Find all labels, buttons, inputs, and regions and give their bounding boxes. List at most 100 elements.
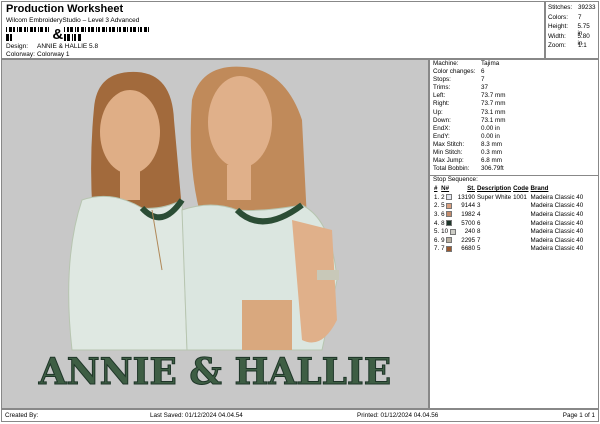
info-row: Min Stitch: 0.3 mm [430, 149, 598, 157]
code [512, 210, 529, 219]
info-label: Right: [433, 100, 450, 108]
info-value: 73.1 mm [481, 108, 506, 116]
design-preview: ANNIE & HALLIE [1, 59, 429, 409]
stat-row: Width: 5.80 in [548, 32, 596, 47]
machine-info-list: Machine: Tajima Color changes: 6 Stops: 7 Trim… [430, 60, 598, 173]
colorway-value: Colorway 1 [37, 51, 70, 58]
barcode-bar [91, 27, 95, 32]
code [512, 202, 529, 211]
info-row: Down: 73.1 mm [430, 117, 598, 125]
barcode-char: & [52, 27, 64, 41]
needle-value: 10 [441, 228, 449, 236]
color-swatch [446, 237, 453, 244]
stitch-count: 9144 [461, 202, 476, 210]
needle-value: 6 [441, 210, 445, 218]
color-swatch [446, 194, 453, 201]
info-label: Trims: [433, 84, 451, 92]
barcode-bar [106, 27, 108, 32]
barcode-bar [144, 27, 148, 32]
barcode-bar [112, 27, 116, 32]
info-value: 306.79ft [481, 165, 504, 173]
barcode-bar [96, 27, 98, 32]
info-value: 73.7 mm [481, 100, 506, 108]
stat-label: Zoom: [548, 42, 566, 50]
stat-value: 5.80 in [577, 32, 590, 47]
column-header: N# [441, 185, 450, 193]
software-name: Wilcom EmbroideryStudio – Level 3 Advanc… [6, 17, 140, 25]
info-label: Up: [433, 108, 443, 116]
description: 5 [477, 245, 481, 253]
barcode-bar [17, 27, 18, 32]
color-swatch [449, 228, 456, 235]
info-row: Trims: 37 [430, 84, 598, 92]
info-label: Down: [433, 116, 451, 124]
info-label: Stops: [433, 76, 451, 84]
stat-row: Stitches: 39233 [548, 4, 596, 14]
color-swatch [446, 245, 453, 252]
column-header: Code [513, 185, 529, 193]
needle-value: 8 [441, 219, 445, 227]
barcode-bar [75, 27, 77, 32]
barcode-bar [64, 34, 67, 41]
color-swatch [446, 211, 453, 218]
barcode-bar [9, 27, 12, 32]
barcode-bar [81, 27, 85, 32]
needle-number: 8 [440, 219, 457, 228]
worksheet-header: Production Worksheet Wilcom EmbroiderySt… [1, 1, 545, 59]
design-label: Design: [6, 43, 29, 50]
code [512, 236, 529, 245]
stat-value: 5.75 in [577, 23, 590, 38]
stitch-count: 5700 [461, 219, 476, 227]
table-row: 1. 2 13190 Super White 1001 Madeira Classic … [433, 193, 584, 202]
barcode-bar [77, 27, 80, 32]
column-header: # [434, 185, 438, 193]
seq-index: 6. [434, 236, 440, 244]
info-label: Min Stitch: [433, 149, 463, 157]
barcode-bar [13, 27, 15, 32]
brand: Madeira Classic 40 [530, 193, 584, 201]
stitch-count: 13190 [457, 193, 476, 201]
barcode-bar [40, 27, 43, 32]
needle-value: 7 [441, 245, 445, 253]
stop-sequence: Stop Sequence: # N# St. Description Code Bran… [430, 175, 598, 253]
stat-row: Zoom: 1:1 [548, 42, 596, 52]
barcode-bar [127, 27, 129, 32]
barcode-bar [119, 27, 122, 32]
brand: Madeira Classic 40 [530, 210, 584, 218]
barcode-bar [133, 27, 137, 32]
needle-number: 9 [440, 236, 457, 245]
description: 3 [477, 202, 481, 210]
machine-info-panel: Machine: Tajima Color changes: 6 Stops: 7 Trim… [429, 59, 599, 409]
barcode-bar [24, 27, 26, 32]
created-by: Created By: [5, 412, 39, 419]
barcode-bar [74, 34, 77, 41]
stats-box: Stitches: 39233 Colors: 7 Height: 5.75 in W… [545, 1, 599, 59]
column-header: Brand [530, 185, 549, 193]
design-lettering: ANNIE & HALLIE [38, 351, 391, 393]
info-label: Max Stitch: [433, 140, 465, 148]
needle-number: 7 [440, 245, 457, 254]
table-row: 6. 9 2295 7 Madeira Classic 40 [433, 236, 584, 245]
barcode-bar [138, 27, 140, 32]
info-label: Max Jump: [433, 157, 464, 165]
description: 7 [477, 236, 481, 244]
barcode-bar [85, 27, 87, 32]
description: Super White [477, 193, 512, 201]
info-label: Machine: [433, 60, 459, 67]
info-value: 0.3 mm [481, 149, 502, 157]
barcode: & [6, 27, 154, 41]
needle-value: 5 [441, 202, 445, 210]
barcode-bar [67, 27, 70, 32]
barcode-bar [109, 27, 112, 32]
info-value: 6 [481, 68, 485, 76]
code [512, 227, 529, 236]
info-label: Left: [433, 92, 446, 100]
info-value: 37 [481, 84, 489, 92]
barcode-bar [123, 27, 127, 32]
info-value: 7 [481, 76, 485, 84]
code [512, 245, 529, 254]
seq-index: 7. [434, 245, 440, 253]
brand: Madeira Classic 40 [530, 228, 584, 236]
stitch-count: 6680 [461, 245, 476, 253]
description: 4 [477, 210, 481, 218]
